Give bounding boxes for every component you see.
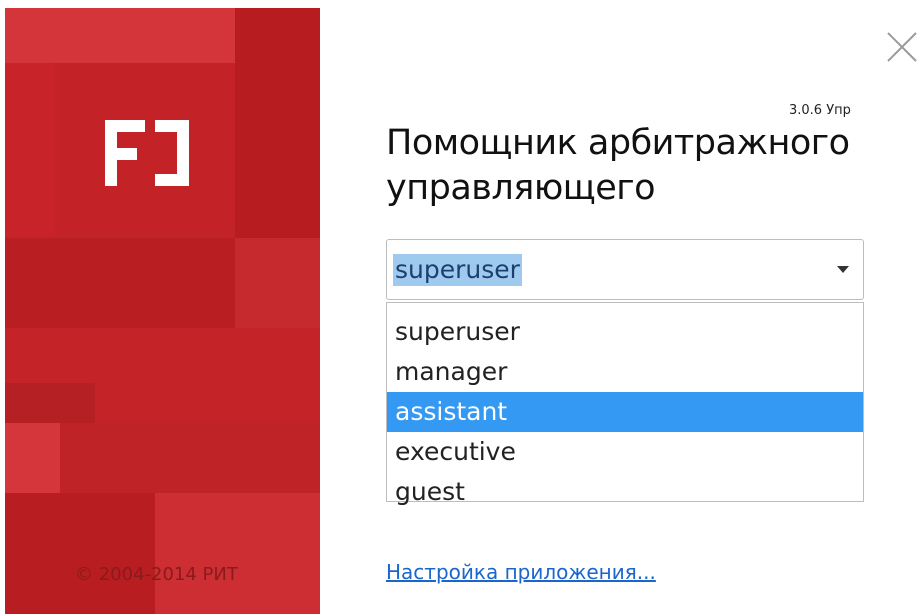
background-tile <box>155 493 320 614</box>
app-title: Помощник арбитражного управляющего <box>386 121 850 211</box>
brand-panel: © 2004-2014 РИТ <box>5 8 320 614</box>
app-settings-link[interactable]: Настройка приложения... <box>386 560 656 584</box>
background-tile <box>235 8 320 238</box>
login-window: © 2004-2014 РИТ 3.0.6 Упр Помощник арбит… <box>5 8 921 614</box>
user-select-value: superuser <box>393 254 522 286</box>
background-tile <box>235 238 320 328</box>
f1-logo <box>105 120 189 186</box>
copyright-text: © 2004-2014 РИТ <box>75 564 238 585</box>
user-dropdown-list: superuser manager assistant executive gu… <box>386 302 864 506</box>
user-select[interactable]: superuser <box>386 239 864 300</box>
user-option-superuser[interactable]: superuser <box>387 312 863 352</box>
background-tile <box>5 238 235 328</box>
user-option-manager[interactable]: manager <box>387 352 863 392</box>
background-tile <box>5 383 95 423</box>
app-title-line2: управляющего <box>386 168 656 208</box>
close-icon[interactable] <box>885 30 919 64</box>
background-tile <box>5 8 235 63</box>
user-option-executive[interactable]: executive <box>387 432 863 472</box>
background-tile <box>5 493 155 614</box>
chevron-down-icon[interactable] <box>837 266 849 273</box>
version-label: 3.0.6 Упр <box>789 103 851 118</box>
background-tile <box>5 423 60 493</box>
user-option-assistant[interactable]: assistant <box>387 392 863 432</box>
app-title-line1: Помощник арбитражного <box>386 123 850 163</box>
user-option-guest[interactable]: guest <box>387 472 863 512</box>
background-tile <box>60 423 320 493</box>
